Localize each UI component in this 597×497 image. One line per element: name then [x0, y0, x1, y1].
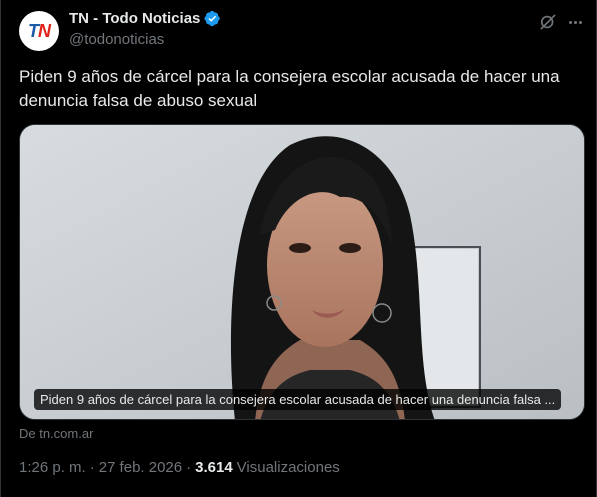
handle[interactable]: @todonoticias: [69, 31, 164, 48]
tweet-date[interactable]: 27 feb. 2026: [99, 459, 182, 476]
author-name-row: TN - Todo Noticias: [69, 10, 221, 27]
display-name[interactable]: TN - Todo Noticias: [69, 10, 200, 27]
views-label: Visualizaciones: [236, 459, 340, 476]
grok-icon[interactable]: [538, 12, 558, 32]
tweet-time[interactable]: 1:26 p. m.: [19, 459, 86, 476]
tn-logo: TN: [28, 20, 51, 41]
verified-badge-icon: [204, 10, 221, 27]
card-source[interactable]: De tn.com.ar: [19, 426, 93, 441]
meta-separator: ·: [186, 459, 192, 476]
more-icon[interactable]: [565, 12, 585, 32]
views-count: 3.614: [195, 459, 233, 476]
card-caption: Piden 9 años de cárcel para la consejera…: [34, 389, 562, 410]
avatar[interactable]: TN: [19, 11, 59, 51]
meta-separator: ·: [89, 459, 95, 476]
link-card[interactable]: Piden 9 años de cárcel para la consejera…: [19, 124, 585, 420]
article-photo: [20, 125, 584, 419]
tweet-container: TN TN - Todo Noticias @todonoticias Pide…: [0, 0, 597, 497]
tweet-meta: 1:26 p. m. · 27 feb. 2026 · 3.614 Visual…: [19, 459, 340, 476]
tweet-text: Piden 9 años de cárcel para la consejera…: [19, 67, 560, 110]
